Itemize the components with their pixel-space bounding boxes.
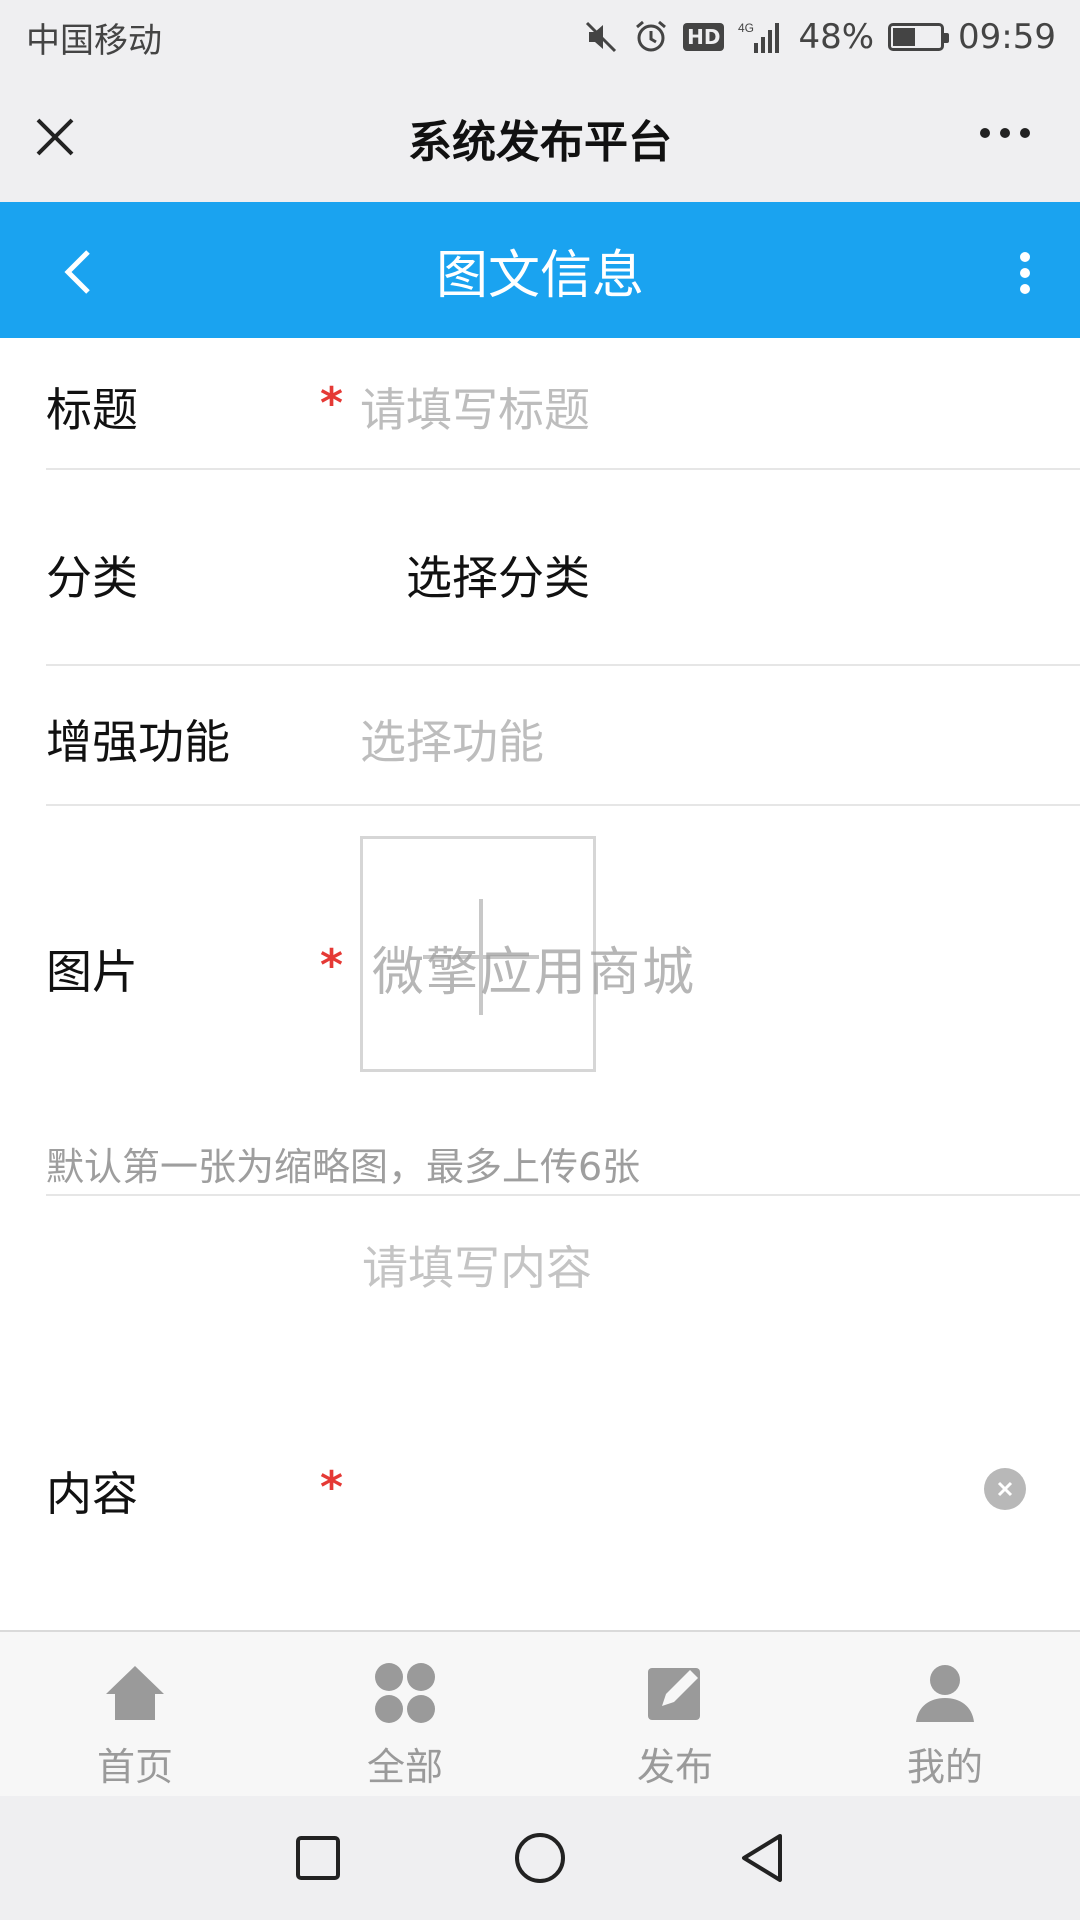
battery-percent: 48% [798, 17, 875, 57]
recents-icon[interactable] [292, 1832, 344, 1884]
tab-label: 我的 [906, 1745, 983, 1789]
image-label: 图片 [46, 945, 138, 999]
status-indicators: HD 4G 48% 09:59 [583, 17, 1056, 57]
tab-publish[interactable]: 发布 [540, 1632, 810, 1796]
category-row: 分类 选择分类 [0, 470, 1080, 666]
tab-label: 全部 [366, 1745, 443, 1789]
tab-mine[interactable]: 我的 [810, 1632, 1080, 1796]
title-row: 标题 * 请填写标题 [0, 338, 1080, 470]
content-required-mark: * [320, 1462, 344, 1513]
divider [46, 1194, 1080, 1196]
kebab-icon[interactable] [1020, 252, 1030, 294]
carrier-name: 中国移动 [26, 20, 162, 61]
category-label: 分类 [46, 551, 138, 605]
grid-icon [375, 1663, 435, 1723]
home-circle-icon[interactable] [512, 1830, 568, 1886]
watermark-text: 微擎应用商城 [372, 943, 697, 1003]
home-icon [106, 1666, 164, 1720]
image-required-mark: * [320, 940, 344, 991]
edit-icon [648, 1668, 700, 1720]
page-header: 图文信息 [0, 202, 1080, 338]
tab-label: 首页 [96, 1745, 173, 1789]
title-label: 标题 [46, 383, 138, 437]
content-textarea[interactable]: 请填写内容 [362, 1232, 592, 1298]
status-bar: 中国移动 HD 4G 48% 09:59 [0, 0, 1080, 74]
battery-icon [888, 23, 950, 51]
title-required-mark: * [320, 378, 344, 429]
features-select[interactable]: 选择功能 [360, 706, 544, 772]
features-label: 增强功能 [46, 715, 230, 769]
divider [46, 804, 1080, 806]
clear-icon[interactable] [984, 1468, 1026, 1510]
close-icon[interactable] [30, 112, 80, 162]
network-type: 4G [738, 21, 754, 35]
clock: 09:59 [958, 17, 1056, 57]
tab-home[interactable]: 首页 [0, 1632, 270, 1796]
tab-all[interactable]: 全部 [270, 1632, 540, 1796]
more-icon[interactable] [980, 128, 1030, 138]
mute-icon [583, 19, 619, 55]
browser-title-bar: 系统发布平台 [0, 74, 1080, 202]
system-nav-bar [0, 1796, 1080, 1920]
bottom-tab-bar: 首页 全部 发布 我的 [0, 1630, 1080, 1796]
browser-title: 系统发布平台 [408, 117, 672, 168]
hd-icon: HD [683, 23, 725, 51]
category-select[interactable]: 选择分类 [406, 542, 590, 608]
features-row: 增强功能 选择功能 [0, 666, 1080, 806]
content-label: 内容 [46, 1467, 138, 1521]
user-icon [916, 1665, 974, 1722]
back-icon[interactable] [56, 246, 104, 298]
back-triangle-icon[interactable] [736, 1830, 788, 1886]
page-title: 图文信息 [435, 245, 644, 306]
title-input[interactable]: 请填写标题 [360, 374, 590, 440]
alarm-icon [633, 19, 669, 55]
signal-icon: 4G [738, 19, 784, 55]
tab-label: 发布 [636, 1745, 713, 1789]
image-hint: 默认第一张为缩略图，最多上传6张 [46, 1145, 641, 1189]
